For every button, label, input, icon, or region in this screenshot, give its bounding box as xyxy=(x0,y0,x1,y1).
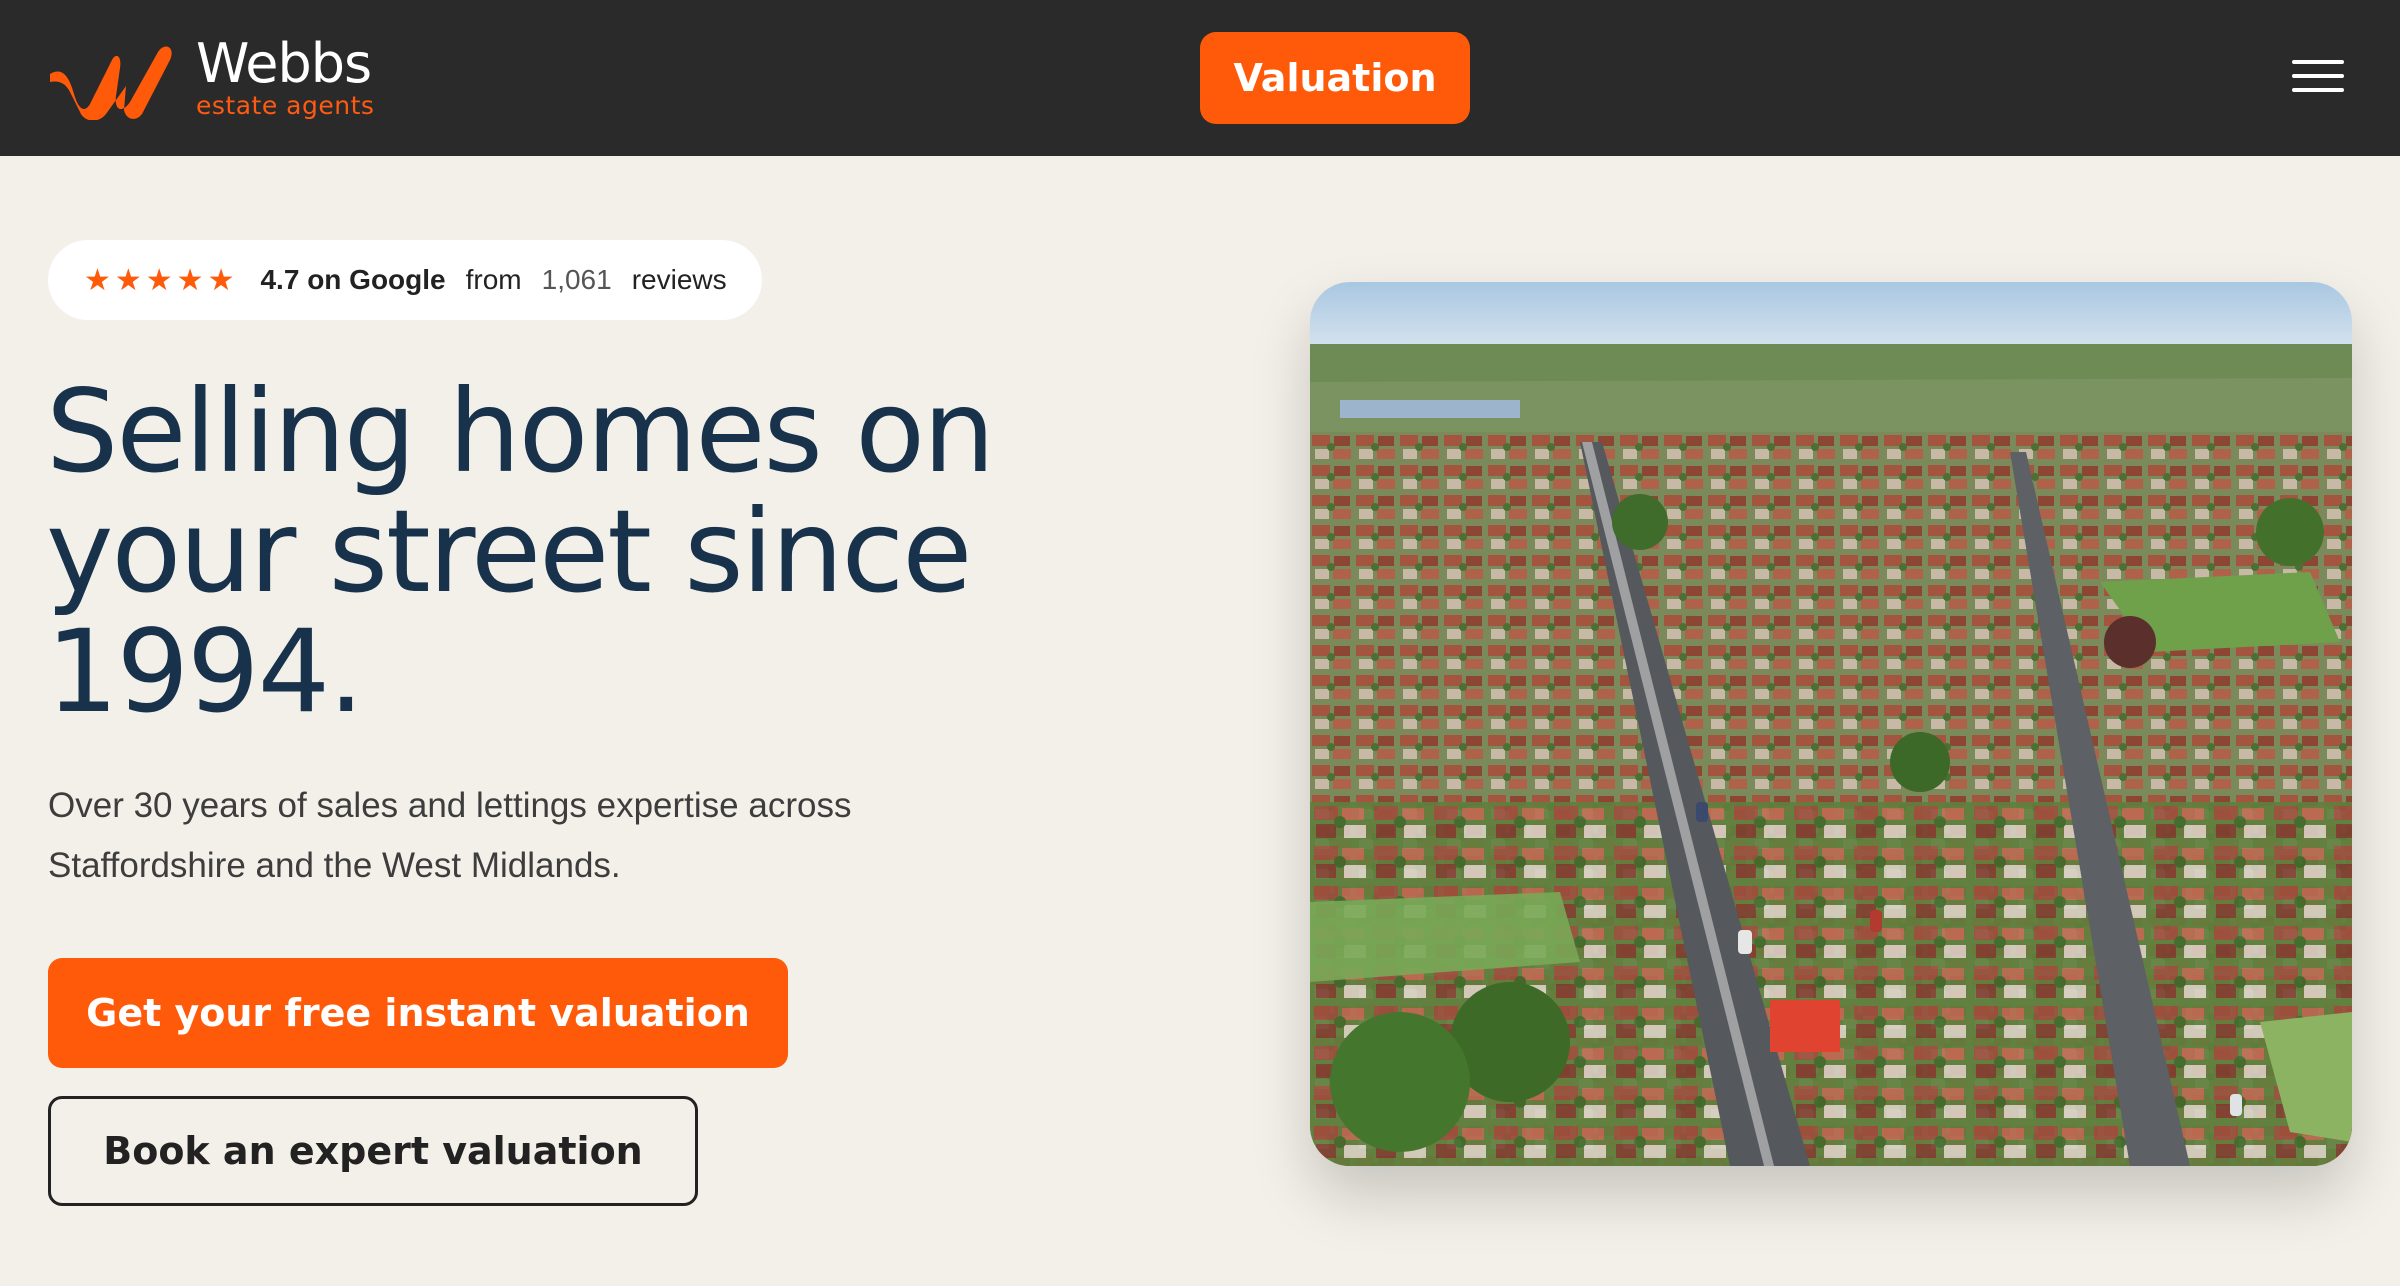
rating-from-label: from xyxy=(465,264,522,295)
header-valuation-button[interactable]: Valuation xyxy=(1200,32,1470,124)
free-instant-valuation-button[interactable]: Get your free instant valuation xyxy=(48,958,788,1068)
webbs-logo[interactable]: Webbs estate agents xyxy=(46,34,374,120)
logo-subtitle: estate agents xyxy=(196,90,375,120)
logo-w-icon xyxy=(50,46,172,120)
rating-score: 4.7 on Google xyxy=(260,264,446,295)
hamburger-menu-icon[interactable] xyxy=(2292,60,2344,100)
logo-name: Webbs xyxy=(196,31,372,95)
reviews-label: reviews xyxy=(631,264,727,295)
hero-headline: Selling homes on your street since 1994. xyxy=(46,365,995,738)
site-header: Webbs estate agents Valuation xyxy=(0,0,2400,156)
google-rating-badge[interactable]: ★★★★★ 4.7 on Google from 1,061 reviews xyxy=(48,240,762,320)
book-expert-valuation-button[interactable]: Book an expert valuation xyxy=(48,1096,698,1206)
review-count: 1,061 xyxy=(541,264,612,295)
five-stars-icon: ★★★★★ xyxy=(84,263,239,297)
aerial-street-photo xyxy=(1310,282,2352,1166)
hero-subtext: Over 30 years of sales and lettings expe… xyxy=(48,786,852,885)
